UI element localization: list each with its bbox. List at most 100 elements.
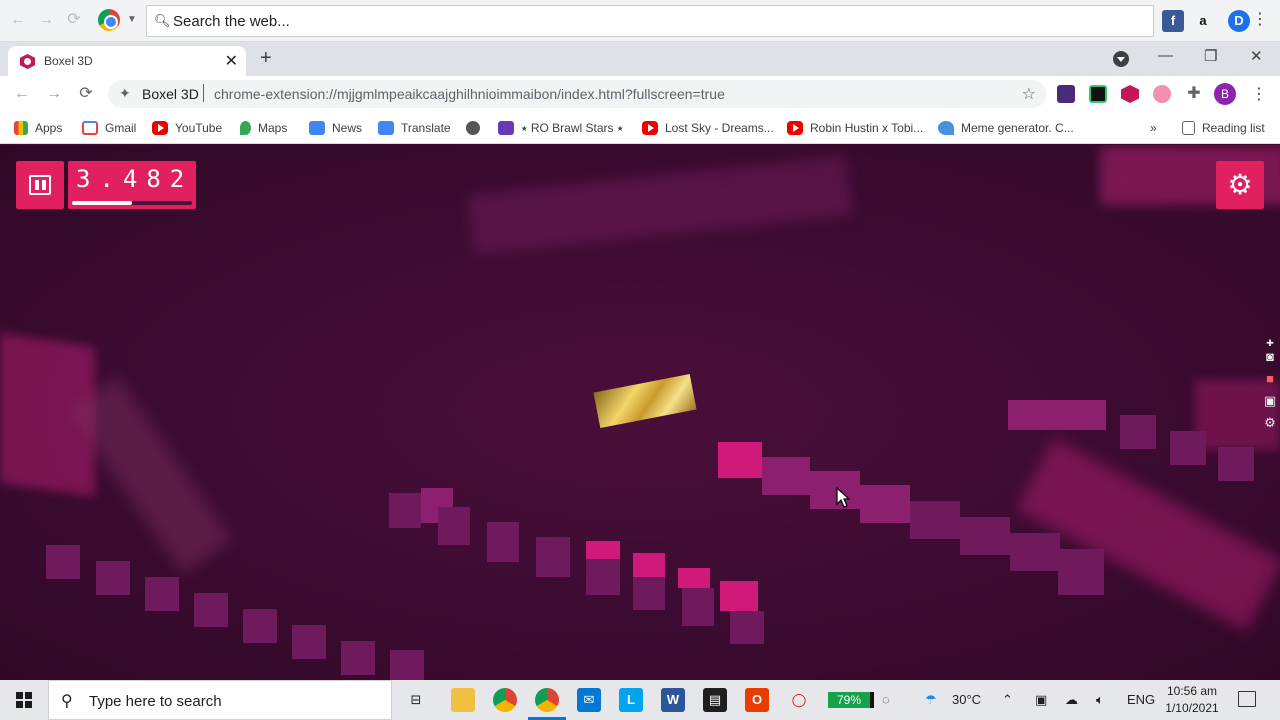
opera-icon[interactable]: ◯ bbox=[787, 688, 811, 712]
tab-close-icon[interactable]: ✕ bbox=[225, 51, 238, 71]
bookmark-apps[interactable]: Apps bbox=[14, 119, 62, 137]
floor-block bbox=[633, 577, 665, 610]
news-icon bbox=[309, 121, 325, 135]
battery-indicator[interactable]: 79% bbox=[828, 692, 874, 708]
floor-block bbox=[730, 611, 764, 644]
floor-block bbox=[762, 457, 810, 495]
bookmark-lost-sky[interactable]: Lost Sky - Dreams... bbox=[642, 119, 774, 137]
language-indicator[interactable]: ENG bbox=[1127, 692, 1155, 707]
weather-icon[interactable]: ☂ bbox=[925, 692, 937, 708]
profile-d-icon[interactable]: D bbox=[1228, 10, 1250, 32]
back-icon[interactable]: ← bbox=[8, 10, 28, 30]
clock[interactable]: 10:56 am 1/10/2021 bbox=[1156, 683, 1228, 717]
maps-pin-icon bbox=[240, 121, 251, 135]
score-progress-bar bbox=[72, 201, 192, 205]
floor-block-top bbox=[633, 553, 665, 577]
address-row: ← → ⟳ ✦ Boxel 3D chrome-extension://mjjg… bbox=[0, 76, 1280, 112]
video-record-icon[interactable]: ■ bbox=[1262, 371, 1278, 387]
floor-block bbox=[960, 517, 1010, 555]
url-text[interactable]: chrome-extension://mjjgmlmpeaikcaajghilh… bbox=[214, 86, 725, 102]
floor-block bbox=[682, 588, 714, 626]
word-icon[interactable]: W bbox=[661, 688, 685, 712]
forward-icon[interactable]: → bbox=[44, 84, 64, 104]
volume-icon[interactable]: 🔈︎ bbox=[1096, 692, 1104, 708]
close-window-button[interactable]: ✕ bbox=[1250, 47, 1263, 65]
bookmark-youtube[interactable]: YouTube bbox=[152, 119, 222, 137]
extension-icon: ✦ bbox=[119, 85, 131, 101]
bookmark-translate[interactable]: Translate bbox=[378, 119, 451, 137]
floor-block bbox=[487, 522, 519, 562]
restore-button[interactable]: ❐ bbox=[1204, 47, 1217, 65]
settings-button[interactable]: ⚙ bbox=[1216, 161, 1264, 209]
bookmark-star-icon[interactable]: ☆ bbox=[1022, 84, 1036, 104]
bookmark-maps[interactable]: Maps bbox=[240, 119, 287, 137]
new-tab-button[interactable]: + bbox=[260, 47, 272, 70]
mouse-cursor-icon bbox=[836, 487, 851, 508]
forward-icon[interactable]: → bbox=[36, 10, 56, 30]
search-icon: ⚲ bbox=[61, 693, 73, 710]
bookmark-label: YouTube bbox=[175, 121, 223, 135]
windows-taskbar: ⚲ Type here to search ⊟ ✉ L W ▤ O ◯ 79% … bbox=[0, 680, 1280, 720]
puzzle-icon[interactable]: ✚ bbox=[1185, 85, 1203, 103]
reload-icon[interactable]: ⟳ bbox=[76, 84, 96, 104]
extension-1-icon[interactable] bbox=[1057, 85, 1075, 103]
game-canvas[interactable]: 3.482 ⚙ ✚ ◙ ■ ▣ ⚙ bbox=[0, 145, 1280, 680]
task-view-icon[interactable]: ⊟ bbox=[404, 688, 428, 712]
profile-avatar[interactable]: B bbox=[1214, 83, 1236, 105]
floor-block-top bbox=[720, 581, 758, 611]
web-search-input[interactable]: 🔍︎ Search the web... bbox=[146, 5, 1154, 37]
store-icon[interactable]: ▤ bbox=[703, 688, 727, 712]
gallery-icon[interactable]: ▣ bbox=[1262, 393, 1278, 409]
back-icon[interactable]: ← bbox=[12, 84, 32, 104]
bookmark-gmail[interactable]: Gmail bbox=[82, 119, 136, 137]
floor-block bbox=[1008, 400, 1106, 430]
pause-button[interactable] bbox=[16, 161, 64, 209]
settings-small-icon[interactable]: ⚙ bbox=[1262, 415, 1278, 431]
bookmark-globe[interactable] bbox=[466, 119, 487, 137]
chrome-profile-icon[interactable] bbox=[535, 688, 559, 712]
floor-block bbox=[341, 641, 375, 675]
tab-search-icon[interactable] bbox=[1113, 51, 1129, 67]
facebook-icon[interactable]: f bbox=[1162, 10, 1184, 32]
extension-2-icon[interactable] bbox=[1089, 85, 1107, 103]
tab-strip: Boxel 3D ✕ + — ❐ ✕ bbox=[0, 42, 1280, 76]
background-beam bbox=[467, 155, 853, 255]
tab-boxel-3d[interactable]: Boxel 3D ✕ bbox=[8, 46, 246, 76]
bookmarks-overflow[interactable]: » bbox=[1150, 119, 1157, 137]
weather-temperature[interactable]: 30°C bbox=[952, 692, 981, 707]
bookmark-label: Apps bbox=[35, 121, 63, 135]
mail-icon[interactable]: ✉ bbox=[577, 688, 601, 712]
reload-icon[interactable]: ⟳ bbox=[64, 10, 84, 30]
chrome-icon[interactable] bbox=[493, 688, 517, 712]
office-icon[interactable]: O bbox=[745, 688, 769, 712]
chevron-down-icon[interactable]: ▼ bbox=[122, 10, 142, 30]
bookmark-news[interactable]: News bbox=[309, 119, 362, 137]
chevron-up-icon[interactable]: ⌃ bbox=[1002, 692, 1013, 708]
floor-block bbox=[910, 501, 960, 539]
minimize-button[interactable]: — bbox=[1158, 47, 1173, 64]
tray-app-icon[interactable]: ▣ bbox=[1035, 692, 1047, 708]
youtube-icon bbox=[642, 121, 658, 135]
start-button[interactable] bbox=[0, 680, 48, 720]
floor-block bbox=[1010, 533, 1060, 571]
more-menu-icon[interactable]: ⋮ bbox=[1250, 10, 1270, 30]
chrome-logo-icon[interactable] bbox=[98, 9, 120, 31]
network-icon[interactable]: ☁ bbox=[1065, 692, 1078, 708]
bookmark-robin-hustin[interactable]: Robin Hustin x Tobi... bbox=[787, 119, 923, 137]
taskbar-search-box[interactable]: ⚲ Type here to search bbox=[48, 680, 392, 720]
reading-list-label: Reading list bbox=[1202, 121, 1265, 135]
mouse-icon[interactable]: ◌ bbox=[882, 692, 890, 707]
bookmark-meme-generator[interactable]: Meme generator. C... bbox=[938, 119, 1074, 137]
extension-4-icon[interactable] bbox=[1153, 85, 1171, 103]
address-bar[interactable]: ✦ Boxel 3D chrome-extension://mjjgmlmpea… bbox=[108, 80, 1046, 108]
youtube-icon bbox=[152, 121, 168, 135]
app-l-icon[interactable]: L bbox=[619, 688, 643, 712]
chrome-menu-icon[interactable]: ⋮ bbox=[1250, 84, 1268, 103]
file-explorer-icon[interactable] bbox=[451, 688, 475, 712]
notifications-icon[interactable] bbox=[1238, 691, 1256, 707]
floor-block bbox=[1170, 431, 1206, 465]
bookmark-ro-brawl-stars[interactable]: ⭑ RO Brawl Stars ⭑ bbox=[498, 119, 623, 137]
reading-list-button[interactable]: Reading list bbox=[1182, 119, 1265, 137]
amazon-icon[interactable]: a bbox=[1192, 10, 1214, 32]
camera-icon[interactable]: ◙ bbox=[1262, 349, 1278, 365]
